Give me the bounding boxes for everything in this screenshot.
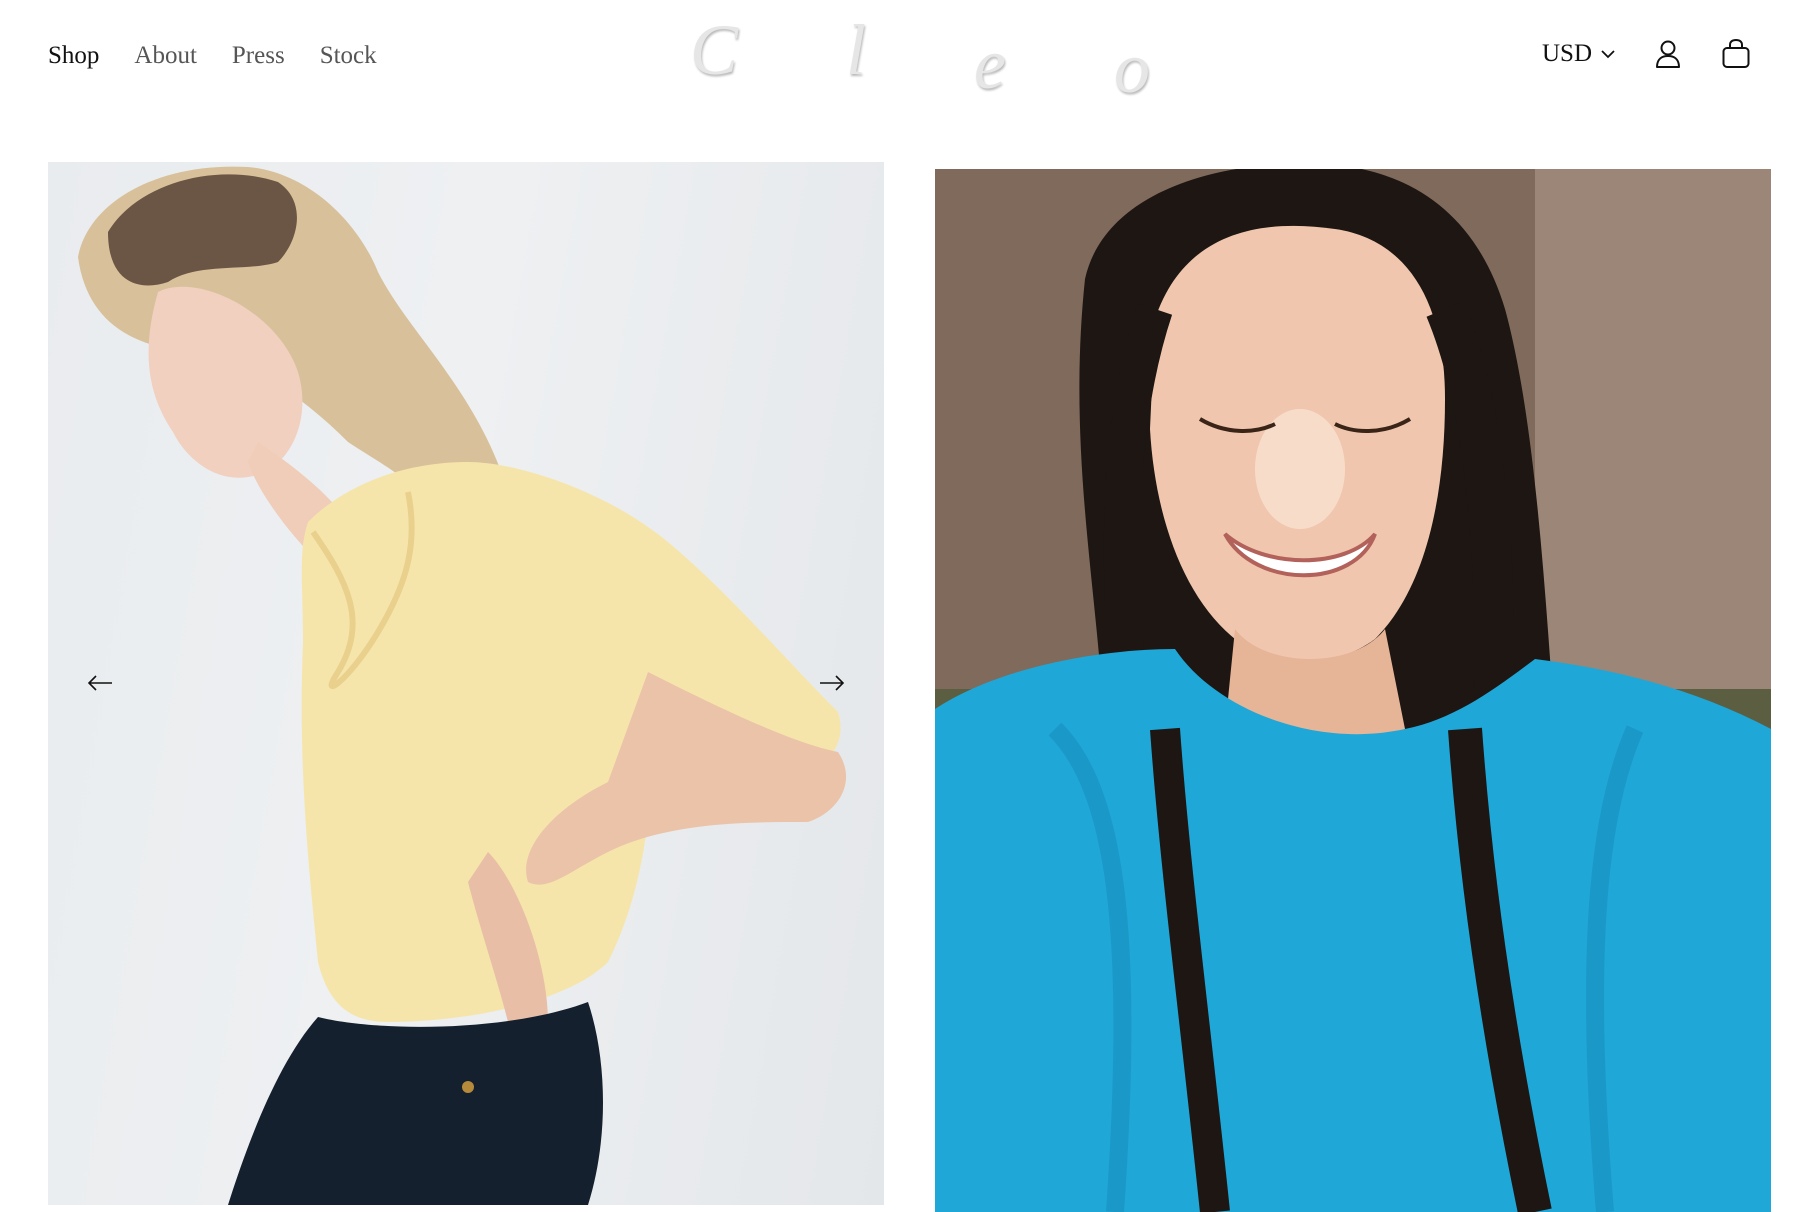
site-header: Shop About Press Stock C l e o USD bbox=[0, 0, 1800, 120]
logo-letter: l bbox=[846, 10, 867, 90]
carousel-prev-button[interactable] bbox=[80, 668, 120, 698]
logo-letter: o bbox=[1113, 28, 1150, 108]
nav-press[interactable]: Press bbox=[232, 42, 285, 70]
nav-about[interactable]: About bbox=[134, 42, 197, 70]
nav-shop[interactable]: Shop bbox=[48, 42, 99, 70]
currency-selector[interactable]: USD bbox=[1542, 40, 1616, 68]
currency-label: USD bbox=[1541, 40, 1592, 67]
main-nav: Shop About Press Stock bbox=[48, 42, 377, 70]
photo-blue-top-illustration bbox=[935, 169, 1771, 1212]
shopping-bag-icon[interactable] bbox=[1720, 38, 1752, 70]
arrow-left-icon bbox=[87, 675, 112, 691]
brand-logo[interactable]: C l e o bbox=[690, 10, 1150, 108]
product-image-yellow-tee[interactable] bbox=[48, 162, 884, 1205]
logo-letter: C bbox=[690, 10, 739, 90]
logo-letter: e bbox=[974, 24, 1006, 104]
product-image-blue-top[interactable] bbox=[935, 169, 1771, 1212]
chevron-down-icon bbox=[1600, 48, 1616, 60]
carousel-next-button[interactable] bbox=[812, 668, 852, 698]
nav-stock[interactable]: Stock bbox=[320, 42, 377, 70]
photo-yellow-tee-illustration bbox=[78, 166, 847, 1205]
user-icon[interactable] bbox=[1654, 39, 1682, 69]
header-tools: USD bbox=[1542, 38, 1752, 70]
arrow-right-icon bbox=[820, 675, 845, 691]
